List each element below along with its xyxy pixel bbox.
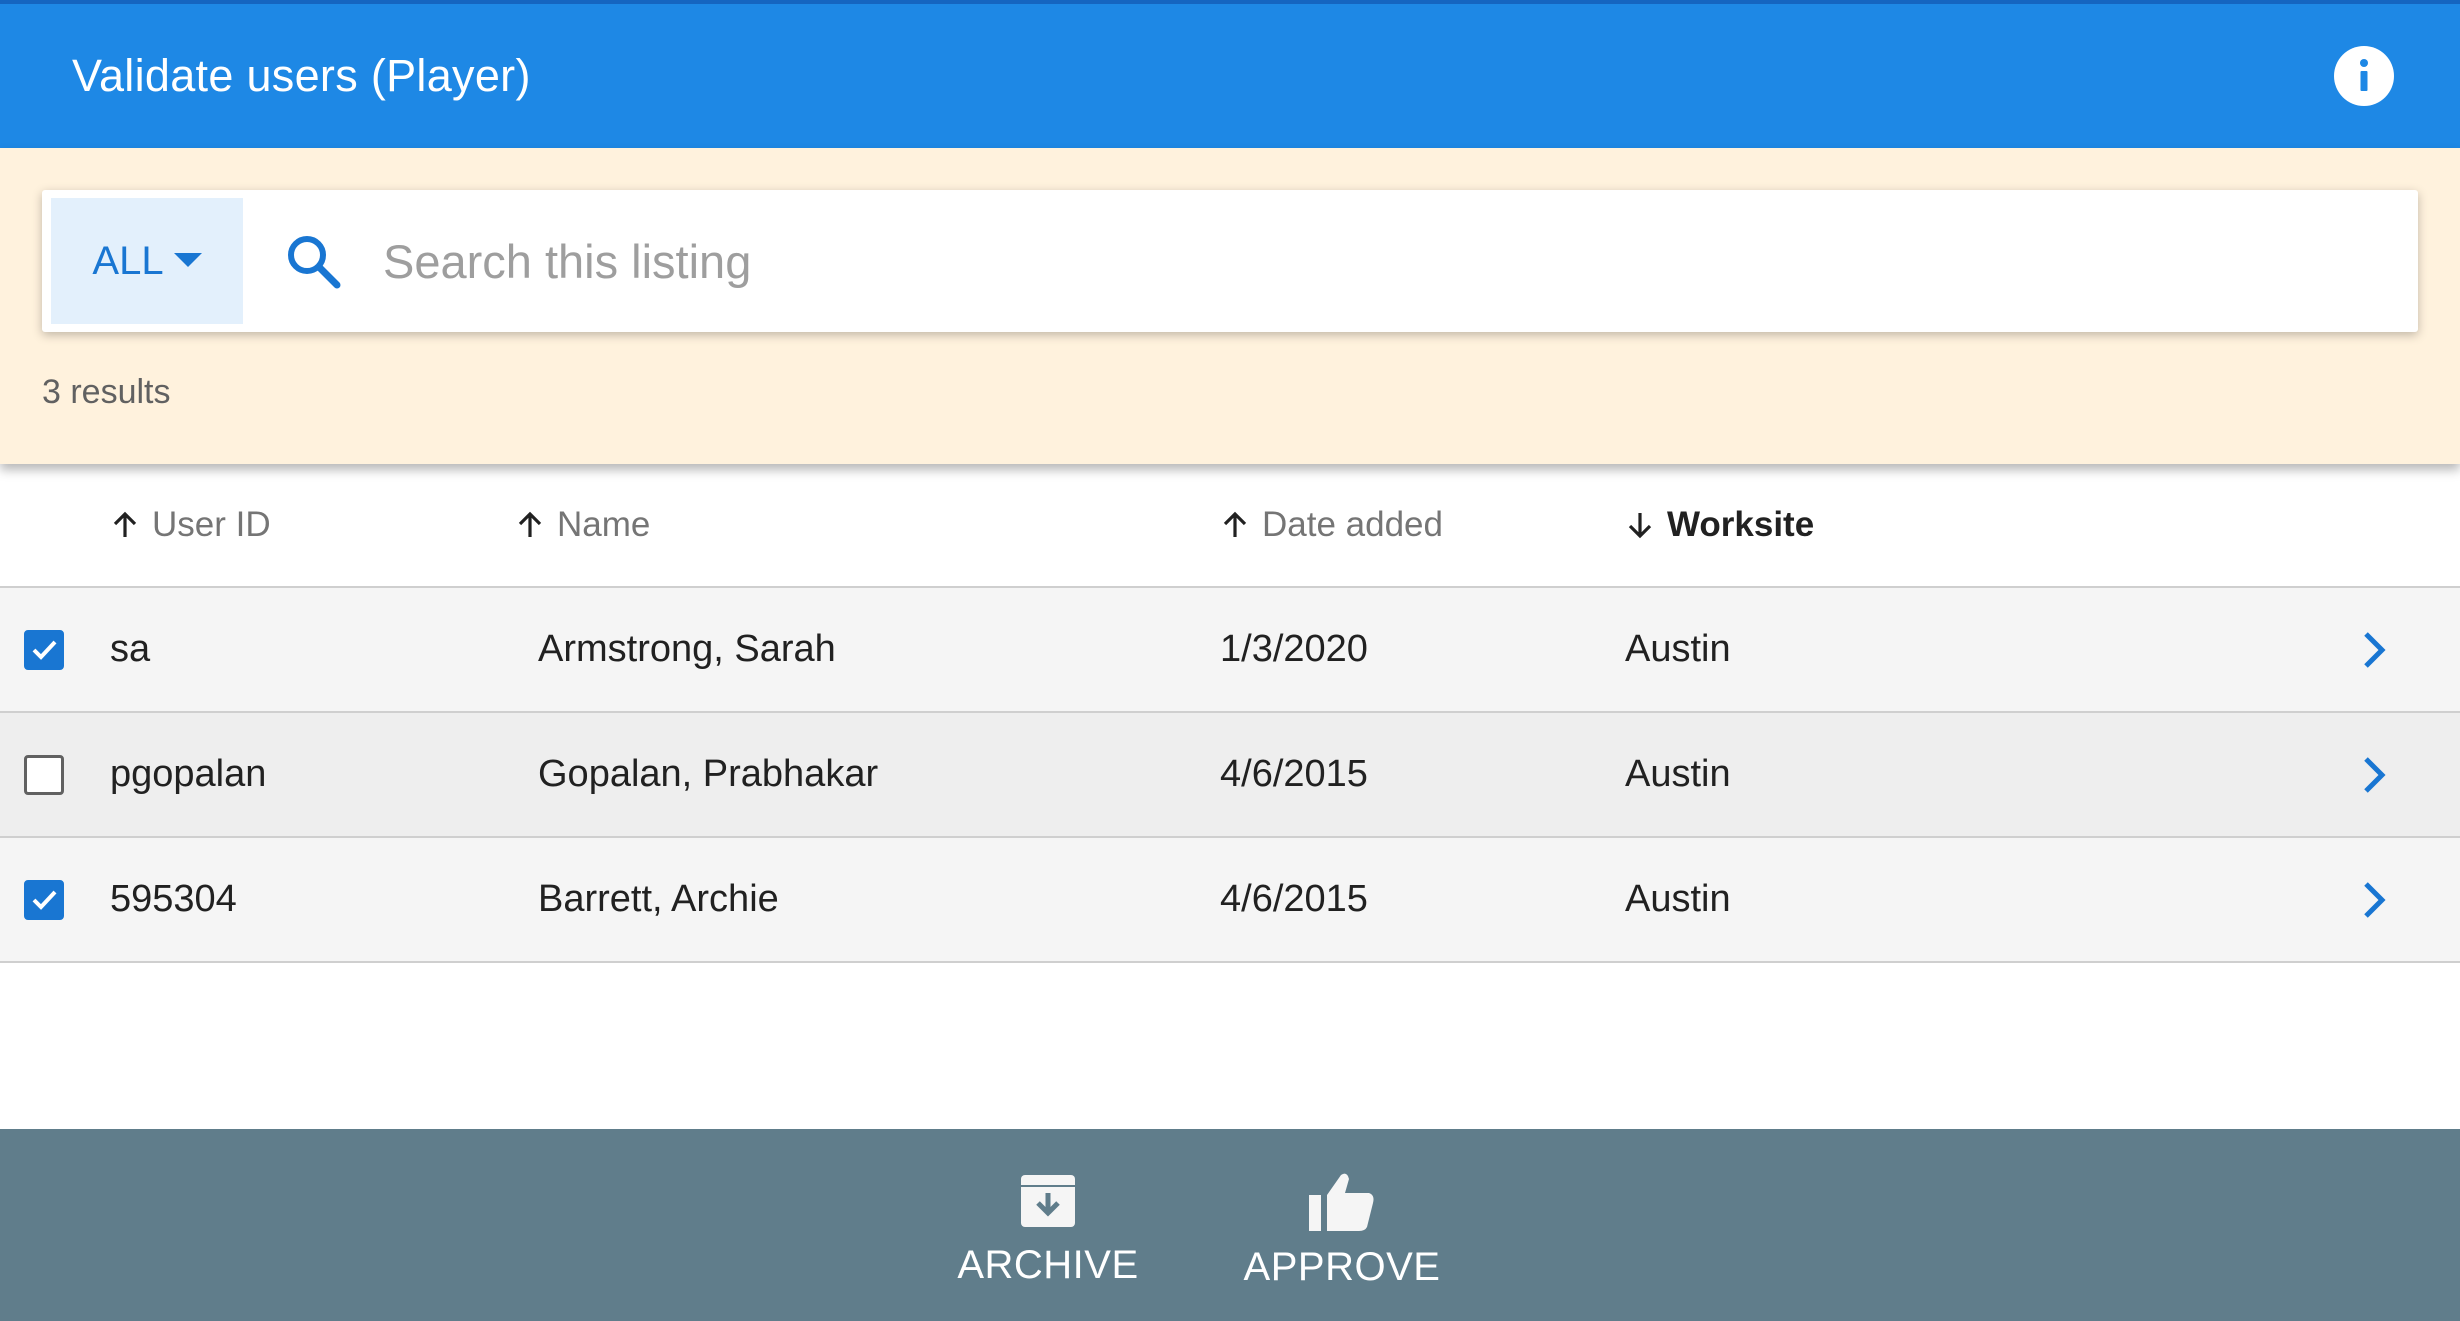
cell-worksite: Austin <box>1625 753 1731 795</box>
cell-date-added: 4/6/2015 <box>1220 753 1368 795</box>
column-header-worksite[interactable]: Worksite <box>1625 464 1814 586</box>
cell-name: Barrett, Archie <box>538 878 779 920</box>
sort-ascending-icon <box>518 511 542 537</box>
chevron-right-icon[interactable] <box>2350 626 2398 674</box>
row-checkbox[interactable] <box>24 630 64 670</box>
cell-date-added: 1/3/2020 <box>1220 628 1368 670</box>
page-title: Validate users (Player) <box>72 50 531 101</box>
column-label: Worksite <box>1667 505 1815 544</box>
action-bar: ARCHIVE APPROVE <box>0 1129 2460 1321</box>
column-label: Name <box>557 505 651 544</box>
app-header: Validate users (Player) <box>0 0 2460 148</box>
archive-icon <box>1021 1175 1075 1227</box>
column-header-date-added[interactable]: Date added <box>1220 464 1443 586</box>
info-button[interactable] <box>2334 46 2394 106</box>
results-count: 3 results <box>42 373 171 411</box>
caret-down-icon <box>173 253 202 267</box>
search-icon <box>281 229 345 293</box>
filter-label: ALL <box>92 238 164 283</box>
archive-label: ARCHIVE <box>957 1243 1139 1287</box>
thumbs-up-icon <box>1309 1173 1374 1231</box>
cell-user-id: 595304 <box>110 878 237 920</box>
sort-descending-icon <box>1628 513 1652 539</box>
table-row[interactable]: pgopalan Gopalan, Prabhakar 4/6/2015 Aus… <box>0 713 2460 838</box>
approve-label: APPROVE <box>1243 1245 1441 1289</box>
cell-name: Gopalan, Prabhakar <box>538 753 879 795</box>
checkmark-icon <box>32 640 57 660</box>
column-header-user-id[interactable]: User ID <box>110 464 271 586</box>
column-header-name[interactable]: Name <box>515 464 650 586</box>
validate-users-screen: Validate users (Player) ALL Search this … <box>0 0 2460 1321</box>
row-checkbox[interactable] <box>24 755 64 795</box>
table-row[interactable]: sa Armstrong, Sarah 1/3/2020 Austin <box>0 588 2460 713</box>
checkmark-icon <box>32 890 57 910</box>
row-checkbox[interactable] <box>24 880 64 920</box>
sort-ascending-icon <box>1223 511 1247 537</box>
cell-user-id: pgopalan <box>110 753 267 795</box>
chevron-right-icon[interactable] <box>2350 751 2398 799</box>
cell-worksite: Austin <box>1625 628 1731 670</box>
info-icon <box>2360 59 2368 91</box>
approve-button[interactable]: APPROVE <box>1232 1129 1452 1321</box>
table-row[interactable]: 595304 Barrett, Archie 4/6/2015 Austin <box>0 838 2460 963</box>
chevron-right-icon[interactable] <box>2350 876 2398 924</box>
filter-dropdown[interactable]: ALL <box>51 198 243 324</box>
cell-name: Armstrong, Sarah <box>538 628 836 670</box>
archive-button[interactable]: ARCHIVE <box>948 1129 1148 1321</box>
search-input[interactable] <box>383 211 2418 311</box>
cell-worksite: Austin <box>1625 878 1731 920</box>
search-bar: ALL <box>42 190 2418 332</box>
search-panel: ALL 3 results <box>0 148 2460 464</box>
column-label: User ID <box>152 505 271 544</box>
sort-ascending-icon <box>113 511 137 537</box>
column-label: Date added <box>1262 505 1443 544</box>
cell-user-id: sa <box>110 628 151 670</box>
cell-date-added: 4/6/2015 <box>1220 878 1368 920</box>
table-header: User ID Name Date added Worksite <box>0 464 2460 588</box>
